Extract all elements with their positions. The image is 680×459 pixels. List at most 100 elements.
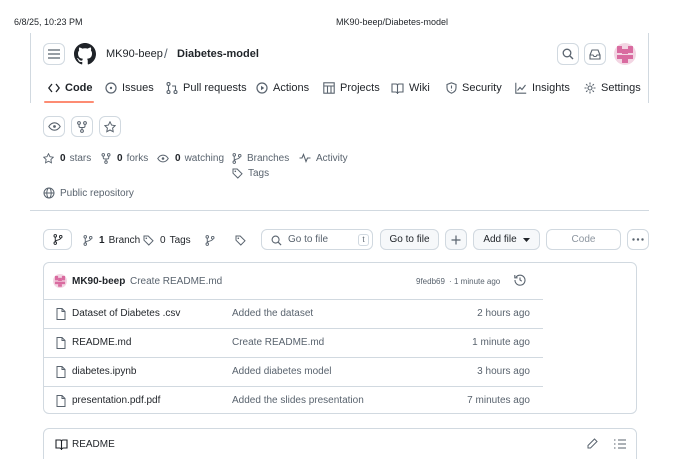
- tab-projects[interactable]: Projects: [323, 80, 380, 96]
- commit-header: MK90-beep Create README.md 9fedb69 · 1 m…: [44, 263, 542, 299]
- file-commit-message[interactable]: Added the slides presentation: [232, 395, 364, 406]
- table-row[interactable]: README.md Create README.md 1 minute ago: [43, 328, 543, 357]
- tags-link[interactable]: Tags: [232, 167, 269, 179]
- search-shortcut-key: t: [358, 234, 369, 246]
- tab-settings[interactable]: Settings: [584, 80, 641, 96]
- tab-wiki-label: Wiki: [409, 82, 430, 94]
- hamburger-icon: [48, 49, 60, 59]
- code-icon: [48, 83, 60, 93]
- branch-count-link[interactable]: 1 Branch: [83, 234, 140, 246]
- table-icon: [323, 82, 335, 94]
- active-tab-underline: [44, 101, 94, 103]
- search-placeholder: Go to file: [288, 234, 329, 245]
- file-icon: [56, 337, 66, 349]
- go-to-file-button[interactable]: Go to file: [380, 229, 439, 250]
- tab-security[interactable]: Security: [446, 80, 502, 96]
- code-button-label: Code: [571, 234, 596, 245]
- table-row[interactable]: diabetes.ipynb Added diabetes model 3 ho…: [43, 357, 543, 386]
- section-divider: [30, 210, 649, 211]
- stars-stat[interactable]: 0 stars: [43, 152, 91, 164]
- repo-name-link[interactable]: Diabetes-model: [177, 48, 259, 60]
- file-commit-time: 2 hours ago: [477, 308, 530, 319]
- inbox-button[interactable]: [584, 43, 606, 65]
- repo-owner-link[interactable]: MK90-beep: [106, 48, 163, 60]
- watch-button[interactable]: [43, 116, 65, 137]
- tab-insights[interactable]: Insights: [515, 80, 570, 96]
- file-name[interactable]: diabetes.ipynb: [72, 366, 137, 377]
- globe-icon: [43, 187, 55, 199]
- go-to-file-search[interactable]: Go to file t: [261, 229, 373, 250]
- more-options-button[interactable]: [627, 229, 649, 250]
- table-row[interactable]: Dataset of Diabetes .csv Added the datas…: [43, 299, 543, 328]
- watching-stat[interactable]: 0 watching: [157, 152, 224, 164]
- tab-code[interactable]: Code: [48, 80, 93, 96]
- readme-title[interactable]: README: [72, 439, 115, 450]
- github-logo-icon[interactable]: [74, 43, 96, 65]
- file-commit-message[interactable]: Added diabetes model: [232, 366, 332, 377]
- star-icon: [104, 120, 116, 133]
- tag-icon: [232, 168, 243, 179]
- visibility-label: Public repository: [60, 187, 134, 199]
- search-button[interactable]: [557, 43, 579, 65]
- fork-icon: [77, 120, 87, 133]
- branch-select-icon: [53, 234, 62, 245]
- commit-hash[interactable]: 9fedb69: [416, 277, 445, 286]
- forks-label: forks: [126, 152, 149, 164]
- history-icon[interactable]: [514, 274, 526, 286]
- tag-count-link[interactable]: 0 Tags: [143, 234, 191, 246]
- forks-stat[interactable]: 0 forks: [101, 152, 148, 164]
- tab-pull-requests-label: Pull requests: [183, 82, 247, 94]
- inbox-icon: [589, 48, 601, 60]
- code-button[interactable]: Code: [546, 229, 621, 250]
- branch-count: 1: [99, 234, 105, 246]
- tab-settings-label: Settings: [601, 82, 641, 94]
- tab-pull-requests[interactable]: Pull requests: [166, 80, 247, 96]
- shield-icon: [446, 82, 457, 94]
- file-commit-message[interactable]: Added the dataset: [232, 308, 313, 319]
- activity-label: Activity: [316, 152, 348, 164]
- file-commit-message[interactable]: Create README.md: [232, 337, 324, 348]
- print-datetime: 6/8/25, 10:23 PM: [14, 17, 83, 27]
- print-page-title: MK90-beep/Diabetes-model: [336, 17, 449, 27]
- stars-label: stars: [69, 152, 92, 164]
- file-name[interactable]: Dataset of Diabetes .csv: [72, 308, 180, 319]
- search-icon: [562, 48, 574, 60]
- tab-issues[interactable]: Issues: [105, 80, 154, 96]
- list-icon[interactable]: [614, 439, 626, 449]
- tab-wiki[interactable]: Wiki: [391, 80, 430, 96]
- commit-author[interactable]: MK90-beep: [72, 276, 125, 287]
- pencil-icon[interactable]: [587, 438, 598, 449]
- book-icon: [391, 82, 404, 94]
- forks-count: 0: [117, 152, 123, 164]
- file-name[interactable]: presentation.pdf.pdf: [72, 395, 160, 406]
- watching-count: 0: [175, 152, 181, 164]
- watching-label: watching: [184, 152, 225, 164]
- fork-button[interactable]: [71, 116, 93, 137]
- menu-button[interactable]: [43, 43, 65, 65]
- user-avatar[interactable]: [614, 43, 636, 65]
- commit-message[interactable]: Create README.md: [130, 276, 222, 287]
- commit-time: 1 minute ago: [454, 277, 501, 286]
- branch-select-button[interactable]: [43, 229, 72, 250]
- tag-count-icon: [143, 235, 154, 246]
- commit-author-avatar[interactable]: [53, 274, 67, 288]
- file-name[interactable]: README.md: [72, 337, 131, 348]
- file-icon: [56, 366, 66, 378]
- tag-graph-icon[interactable]: [232, 232, 248, 248]
- breadcrumb-separator: /: [164, 46, 168, 61]
- eye-small-icon: [157, 154, 169, 162]
- branches-label: Branches: [247, 152, 290, 164]
- tags-label: Tags: [248, 167, 270, 179]
- add-button[interactable]: [445, 229, 467, 250]
- branches-link[interactable]: Branches: [232, 152, 289, 164]
- tab-actions[interactable]: Actions: [256, 80, 309, 96]
- stars-count: 0: [60, 152, 66, 164]
- branch-graph-icon[interactable]: [202, 232, 218, 248]
- go-to-file-label: Go to file: [389, 234, 430, 245]
- star-button[interactable]: [99, 116, 121, 137]
- tab-issues-label: Issues: [122, 82, 154, 94]
- table-row[interactable]: presentation.pdf.pdf Added the slides pr…: [43, 386, 543, 415]
- activity-link[interactable]: Activity: [299, 152, 348, 164]
- readme-box: README: [43, 428, 637, 459]
- add-file-button[interactable]: Add file: [473, 229, 540, 250]
